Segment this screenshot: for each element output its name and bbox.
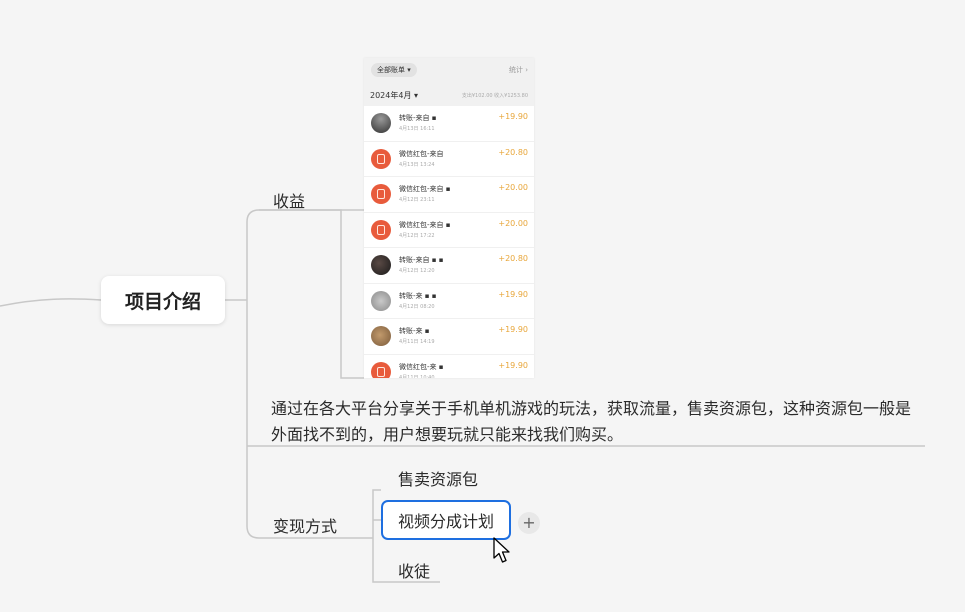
transaction-row: 微信红包-来自 4月13日 13:24 +20.80: [364, 142, 534, 177]
add-node-button[interactable]: +: [518, 512, 540, 534]
child-video-share-selected[interactable]: 视频分成计划: [381, 500, 511, 540]
child-sell-pack[interactable]: 售卖资源包: [398, 466, 478, 490]
mouse-pointer-icon: [493, 537, 510, 563]
transaction-date: 4月11日 10:40: [399, 374, 435, 379]
transaction-list: 转账-来自 ▪ 4月13日 16:11 +19.90 微信红包-来自 4月13日 13:…: [364, 106, 534, 378]
transaction-title: 微信红包-来自 ▪: [399, 220, 451, 229]
user-avatar: [371, 326, 391, 346]
transaction-date: 4月12日 23:11: [399, 197, 435, 203]
mindmap-canvas[interactable]: 项目介绍 收益 全部账单 ▾ 统计 › 2024年4月 ▾ 支出¥102.00 …: [0, 0, 965, 612]
red-packet-icon: [371, 361, 391, 378]
child-apprentice[interactable]: 收徒: [398, 558, 430, 582]
transaction-title: 微信红包-来自: [399, 149, 444, 158]
transaction-title: 转账-来 ▪: [399, 327, 430, 335]
income-screenshot: 全部账单 ▾ 统计 › 2024年4月 ▾ 支出¥102.00 收入¥1253.…: [364, 58, 534, 378]
transaction-row: 转账-来自 ▪ 4月13日 16:11 +19.90: [364, 106, 534, 142]
transaction-title: 微信红包-来自 ▪: [399, 185, 451, 193]
red-packet-icon: [371, 219, 391, 240]
red-packet-icon: [371, 184, 391, 204]
month-summary: 支出¥102.00 收入¥1253.80: [461, 93, 528, 99]
month-selector: 2024年4月 ▾: [370, 91, 419, 100]
transaction-date: 4月12日 08:20: [399, 303, 435, 310]
transaction-amount: +19.90: [498, 325, 528, 334]
transaction-title: 转账-来 ▪ ▪: [399, 291, 437, 300]
transaction-amount: +19.90: [498, 112, 528, 121]
user-avatar: [371, 290, 391, 311]
red-packet-icon: [371, 148, 391, 169]
description-text[interactable]: 通过在各大平台分享关于手机单机游戏的玩法，获取流量，售卖资源包，这种资源包一般是…: [271, 396, 921, 448]
transaction-row: 转账-来自 ▪ ▪ 4月12日 12:20 +20.80: [364, 248, 534, 284]
branch-monetize[interactable]: 变现方式: [273, 513, 337, 537]
transaction-date: 4月12日 17:22: [399, 232, 435, 239]
transaction-row: 微信红包-来自 ▪ 4月12日 23:11 +20.00: [364, 177, 534, 213]
transaction-date: 4月11日 14:19: [399, 339, 435, 345]
transaction-amount: +20.80: [498, 147, 528, 157]
transaction-amount: +20.80: [498, 254, 528, 263]
transaction-amount: +19.90: [498, 360, 528, 370]
transaction-row: 转账-来 ▪ ▪ 4月12日 08:20 +19.90: [364, 284, 534, 319]
transaction-amount: +20.00: [498, 218, 528, 228]
transaction-amount: +20.00: [498, 183, 528, 192]
bill-filter: 全部账单 ▾: [371, 63, 417, 77]
transaction-row: 转账-来 ▪ 4月11日 14:19 +19.90: [364, 319, 534, 355]
transaction-amount: +19.90: [498, 289, 528, 299]
stats-link: 统计 ›: [508, 66, 528, 74]
bill-header: 全部账单 ▾ 统计 › 2024年4月 ▾ 支出¥102.00 收入¥1253.…: [364, 58, 534, 106]
transaction-title: 微信红包-来 ▪: [399, 362, 444, 371]
transaction-row: 微信红包-来 ▪ 4月11日 10:40 +19.90: [364, 355, 534, 379]
transaction-date: 4月13日 16:11: [399, 126, 435, 132]
transaction-date: 4月12日 12:20: [399, 268, 435, 274]
root-node[interactable]: 项目介绍: [101, 276, 225, 324]
user-avatar: [371, 113, 391, 133]
transaction-date: 4月13日 13:24: [399, 161, 435, 168]
transaction-row: 微信红包-来自 ▪ 4月12日 17:22 +20.00: [364, 213, 534, 248]
branch-income[interactable]: 收益: [273, 188, 305, 212]
transaction-title: 转账-来自 ▪ ▪: [399, 256, 444, 264]
user-avatar: [371, 255, 391, 275]
transaction-title: 转账-来自 ▪: [399, 114, 437, 122]
